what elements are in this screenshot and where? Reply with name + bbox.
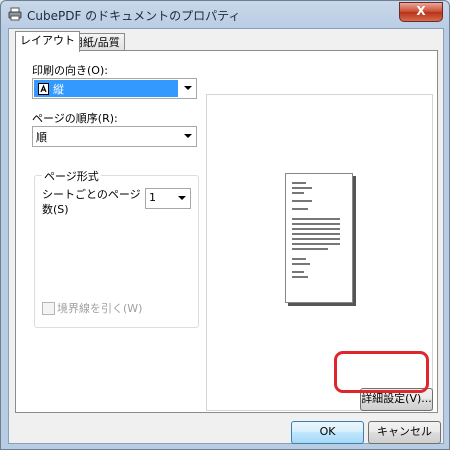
highlight-ring: [334, 351, 429, 393]
preview-line: [292, 200, 312, 202]
preview-line: [292, 248, 328, 250]
orientation-select[interactable]: 縦: [32, 78, 197, 99]
page-preview-image: [285, 173, 353, 303]
printer-icon: [8, 7, 22, 21]
ok-button[interactable]: OK: [291, 421, 364, 444]
preview-line: [292, 187, 312, 189]
preview-line: [292, 263, 310, 265]
pages-per-sheet-value: 1: [149, 191, 156, 204]
page-order-value: 順: [36, 131, 47, 144]
preview-line: [292, 228, 340, 230]
preview-line: [292, 238, 340, 240]
chevron-down-icon: [184, 86, 192, 90]
page-format-title: ページ形式: [42, 168, 101, 184]
pages-per-sheet-label-2: 数(S): [42, 203, 69, 216]
tab-layout[interactable]: レイアウト: [15, 31, 80, 52]
cancel-button[interactable]: キャンセル: [368, 421, 441, 444]
page-order-label: ページの順序(R):: [32, 112, 118, 125]
close-icon: X: [416, 4, 426, 18]
border-checkbox-label: 境界線を引く(W): [57, 302, 143, 315]
preview-line: [292, 223, 340, 225]
properties-dialog: CubePDF のドキュメントのプロパティ X レイアウト 用紙/品質 印刷の向…: [0, 0, 450, 450]
page-order-select[interactable]: 順: [32, 126, 197, 147]
preview-line: [292, 192, 304, 194]
page-format-group: ページ形式 シートごとのページ 数(S) 1 境界線を引く(W): [34, 168, 199, 328]
preview-line: [292, 233, 340, 235]
orientation-label: 印刷の向き(O):: [32, 64, 108, 77]
pages-per-sheet-label: シートごとのページ: [42, 188, 141, 201]
border-checkbox[interactable]: [42, 302, 55, 315]
chevron-down-icon: [178, 196, 186, 200]
window-title: CubePDF のドキュメントのプロパティ: [27, 9, 241, 23]
preview-line: [292, 276, 308, 278]
preview-line: [292, 182, 306, 184]
orientation-value: 縦: [53, 83, 64, 96]
chevron-down-icon: [184, 134, 192, 138]
portrait-icon: [38, 83, 49, 95]
pages-per-sheet-select[interactable]: 1: [145, 188, 191, 209]
preview-line: [292, 208, 308, 210]
preview-line: [292, 271, 304, 273]
title-bar: CubePDF のドキュメントのプロパティ X: [1, 1, 449, 27]
close-button[interactable]: X: [399, 2, 443, 22]
preview-line: [292, 243, 340, 245]
preview-line: [292, 258, 306, 260]
preview-line: [292, 218, 340, 220]
